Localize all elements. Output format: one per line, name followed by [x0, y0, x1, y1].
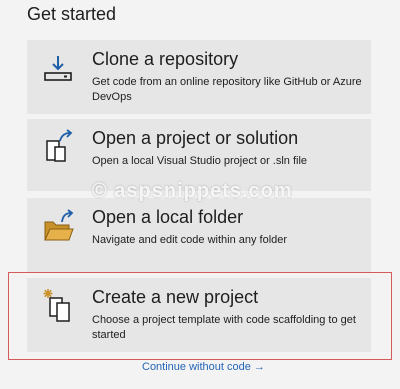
clone-download-icon — [42, 50, 78, 86]
new-project-icon — [42, 288, 78, 324]
clone-repository-card[interactable]: Clone a repository Get code from an onli… — [27, 40, 371, 114]
card-description: Open a local Visual Studio project or .s… — [92, 155, 308, 167]
open-project-icon — [42, 129, 78, 165]
card-title: Open a project or solution — [92, 128, 299, 148]
create-project-card[interactable]: Create a new project Choose a project te… — [27, 278, 371, 352]
continue-without-code-link[interactable]: Continue without code → — [142, 361, 265, 373]
open-folder-icon — [42, 208, 78, 244]
open-folder-card[interactable]: Open a local folder Navigate and edit co… — [27, 198, 371, 272]
card-title: Open a local folder — [92, 207, 244, 227]
card-description: Choose a project template with code scaf… — [92, 314, 356, 341]
get-started-heading: Get started — [27, 4, 117, 24]
card-title: Clone a repository — [92, 49, 239, 69]
open-project-card[interactable]: Open a project or solution Open a local … — [27, 119, 371, 191]
card-description: Get code from an online repository like … — [92, 76, 362, 103]
card-description: Navigate and edit code within any folder — [92, 234, 288, 246]
card-title: Create a new project — [92, 287, 259, 307]
